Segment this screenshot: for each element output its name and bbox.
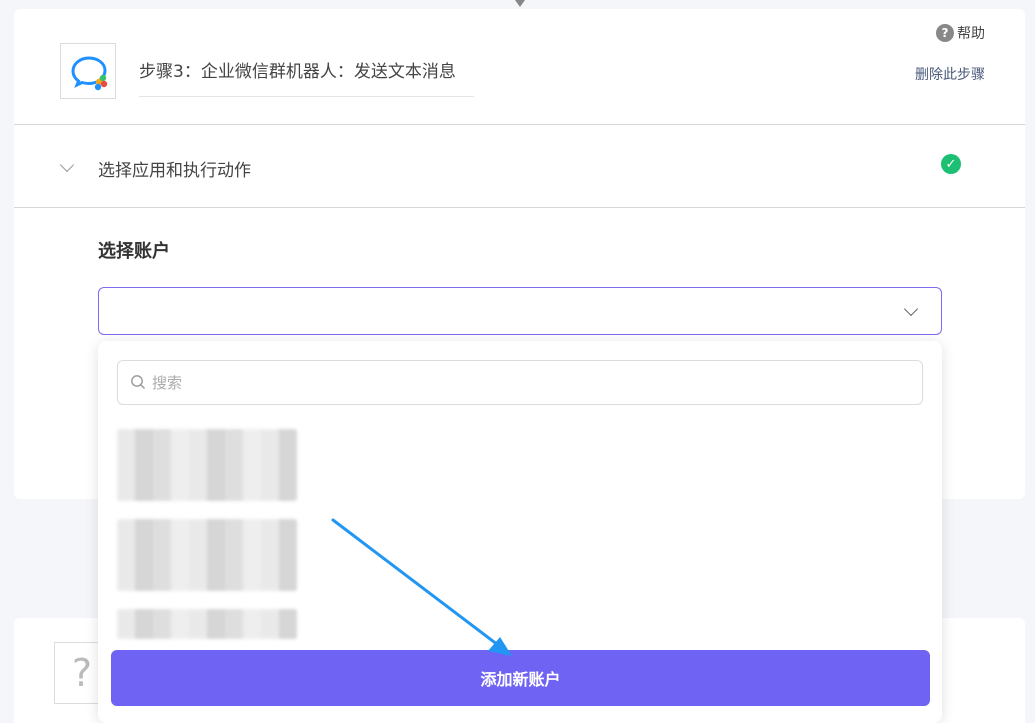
account-label: 选择账户 (98, 241, 170, 262)
help-icon: ? (936, 24, 954, 42)
delete-step-link[interactable]: 删除此步骤 (915, 64, 985, 84)
section-title: 选择应用和执行动作 (98, 161, 251, 181)
search-box[interactable] (117, 360, 923, 405)
add-account-button[interactable]: 添加新账户 (111, 650, 930, 706)
help-label: 帮助 (957, 26, 985, 42)
wecom-logo-icon (60, 43, 116, 99)
check-circle-icon: ✓ (941, 154, 961, 174)
chevron-down-icon[interactable] (903, 301, 919, 317)
help-link[interactable]: ? 帮助 (936, 23, 985, 43)
account-list-item[interactable] (117, 609, 297, 639)
account-dropdown: 添加新账户 (98, 341, 942, 723)
account-list-item[interactable] (117, 519, 297, 591)
connector-arrow-icon (515, 0, 525, 7)
search-icon (131, 375, 145, 389)
account-select[interactable] (98, 287, 942, 335)
search-input[interactable] (152, 369, 892, 397)
select-app-action-section[interactable]: 选择应用和执行动作 ✓ (14, 126, 1025, 208)
account-list-item[interactable] (117, 429, 297, 501)
step-title[interactable]: 步骤3：企业微信群机器人：发送文本消息 (139, 57, 474, 97)
step-header: 步骤3：企业微信群机器人：发送文本消息 ? 帮助 删除此步骤 (14, 9, 1025, 125)
chevron-down-icon[interactable] (59, 157, 75, 173)
